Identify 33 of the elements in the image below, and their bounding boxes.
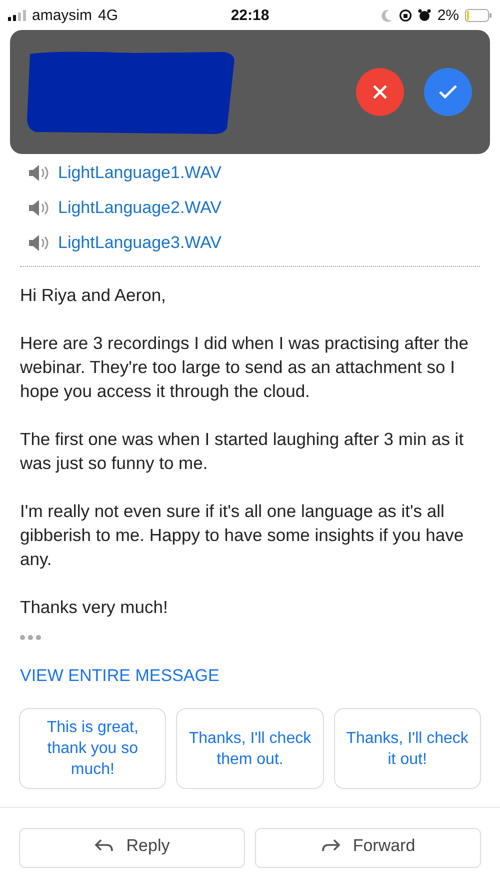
forward-icon: [320, 838, 341, 852]
check-icon: [438, 84, 458, 100]
attachment-link[interactable]: LightLanguage3.WAV: [58, 232, 222, 252]
speaker-icon: [28, 234, 50, 252]
more-dots-icon[interactable]: [20, 635, 41, 640]
carrier-name: amaysim: [32, 6, 92, 24]
message-paragraph: I'm really not even sure if it's all one language as it's all gibberish to me. Happy to have some insights if you have any.: [20, 500, 465, 571]
confirm-button[interactable]: [424, 68, 472, 116]
network-type: 4G: [98, 6, 118, 24]
battery-percent: 2%: [437, 6, 459, 24]
attachment-link[interactable]: LightLanguage1.WAV: [58, 162, 222, 182]
message-paragraph: Hi Riya and Aeron,: [20, 284, 167, 307]
close-icon: [372, 84, 388, 100]
alarm-icon: [418, 8, 432, 22]
speaker-icon: [28, 198, 50, 216]
smart-reply-chip[interactable]: This is great, thank you so much!: [19, 708, 166, 789]
message-paragraph: Thanks very much!: [20, 596, 169, 619]
status-time: 22:18: [230, 6, 270, 24]
rotation-lock-icon: [399, 8, 412, 22]
close-button[interactable]: [356, 68, 404, 116]
speaker-icon: [28, 164, 50, 182]
view-entire-message-link[interactable]: VIEW ENTIRE MESSAGE: [20, 666, 220, 686]
forward-button[interactable]: Forward: [255, 828, 481, 868]
attachment-link[interactable]: LightLanguage2.WAV: [58, 198, 222, 218]
signal-icon: [8, 10, 26, 20]
smart-reply-chip[interactable]: Thanks, I'll check them out.: [176, 708, 324, 789]
message-paragraph: Here are 3 recordings I did when I was practising after the webinar. They're too large to send as an attachment so I hope you access it through the cloud.: [20, 332, 470, 403]
reply-button[interactable]: Reply: [19, 828, 245, 868]
message-paragraph: The first one was when I started laughing after 3 min as it was just so funny to me.: [20, 428, 465, 475]
moon-icon: [381, 8, 394, 22]
reply-icon: [94, 838, 114, 852]
battery-icon: [465, 8, 492, 22]
smart-reply-chip[interactable]: Thanks, I'll check it out!: [334, 708, 481, 789]
